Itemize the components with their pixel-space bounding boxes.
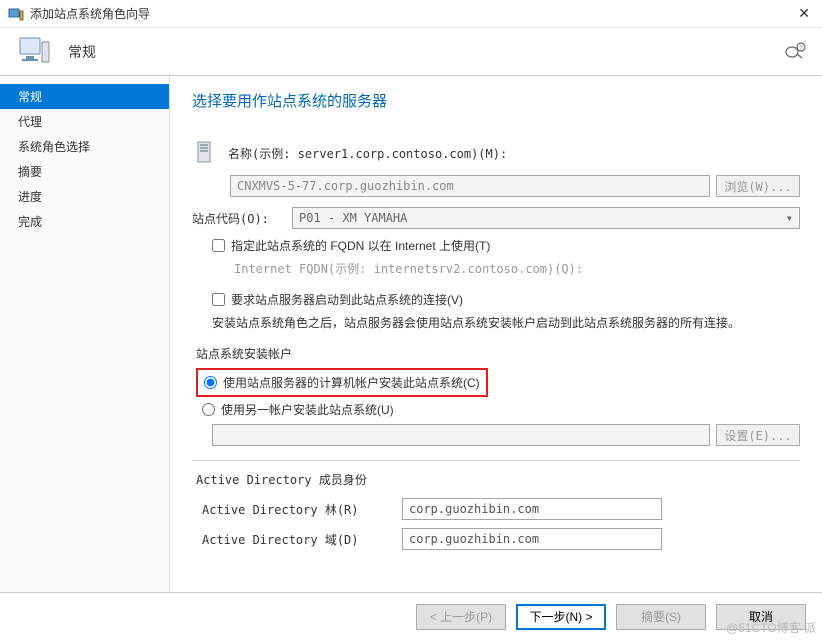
other-account-input: [212, 424, 710, 446]
require-connection-label: 要求站点服务器启动到此站点系统的连接(V): [231, 291, 463, 308]
footer: < 上一步(P) 下一步(N) > 摘要(S) 取消: [0, 592, 822, 640]
sidebar-item-complete[interactable]: 完成: [0, 209, 169, 234]
title-bar: 添加站点系统角色向导 ✕: [0, 0, 822, 28]
ad-section-title: Active Directory 成员身份: [196, 471, 800, 488]
header-title: 常规: [68, 42, 96, 62]
name-label: 名称(示例: server1.corp.contoso.com)(M):: [228, 145, 507, 162]
sidebar-item-summary[interactable]: 摘要: [0, 159, 169, 184]
site-code-value: P01 - XM YAMAHA: [299, 211, 407, 225]
fqdn-checkbox-label: 指定此站点系统的 FQDN 以在 Internet 上使用(T): [231, 237, 490, 254]
radio-computer-account[interactable]: [204, 376, 217, 389]
require-connection-note: 安装站点系统角色之后，站点服务器会使用站点系统安装帐户启动到此站点系统服务器的所…: [212, 314, 800, 331]
sidebar-item-role-select[interactable]: 系统角色选择: [0, 134, 169, 159]
prev-button: < 上一步(P): [416, 604, 506, 630]
summary-button: 摘要(S): [616, 604, 706, 630]
ad-forest-label: Active Directory 林(R): [202, 501, 402, 518]
require-connection-checkbox[interactable]: [212, 293, 225, 306]
server-small-icon: [192, 139, 220, 167]
set-account-button: 设置(E)...: [716, 424, 800, 446]
fqdn-checkbox[interactable]: [212, 239, 225, 252]
site-code-dropdown[interactable]: P01 - XM YAMAHA ▾: [292, 207, 800, 229]
sidebar-item-general[interactable]: 常规: [0, 84, 169, 109]
divider: [192, 460, 800, 461]
fqdn-placeholder-label: Internet FQDN(示例: internetsrv2.contoso.c…: [234, 260, 800, 277]
server-icon: [16, 34, 52, 70]
site-code-label: 站点代码(O):: [192, 210, 292, 227]
install-account-title: 站点系统安装帐户: [196, 345, 800, 362]
close-icon[interactable]: ✕: [794, 5, 814, 22]
sidebar-item-proxy[interactable]: 代理: [0, 109, 169, 134]
window-title: 添加站点系统角色向导: [30, 5, 794, 22]
header: 常规 ?: [0, 28, 822, 76]
radio-computer-label: 使用站点服务器的计算机帐户安装此站点系统(C): [223, 374, 480, 391]
browse-button: 浏览(W)...: [716, 175, 800, 197]
sidebar-item-progress[interactable]: 进度: [0, 184, 169, 209]
server-name-input: [230, 175, 710, 197]
ad-forest-input[interactable]: [402, 498, 662, 520]
ad-domain-label: Active Directory 域(D): [202, 531, 402, 548]
wizard-icon: [8, 6, 24, 22]
help-icon[interactable]: ?: [784, 41, 806, 63]
section-title: 选择要用作站点系统的服务器: [192, 90, 800, 111]
radio-other-label: 使用另一帐户安装此站点系统(U): [221, 401, 394, 418]
highlighted-radio-box: 使用站点服务器的计算机帐户安装此站点系统(C): [196, 368, 488, 397]
next-button[interactable]: 下一步(N) >: [516, 604, 606, 630]
main-panel: 选择要用作站点系统的服务器 名称(示例: server1.corp.contos…: [170, 76, 822, 592]
sidebar: 常规 代理 系统角色选择 摘要 进度 完成: [0, 76, 170, 592]
chevron-down-icon: ▾: [786, 211, 793, 225]
ad-domain-input[interactable]: [402, 528, 662, 550]
radio-other-account[interactable]: [202, 403, 215, 416]
cancel-button[interactable]: 取消: [716, 604, 806, 630]
